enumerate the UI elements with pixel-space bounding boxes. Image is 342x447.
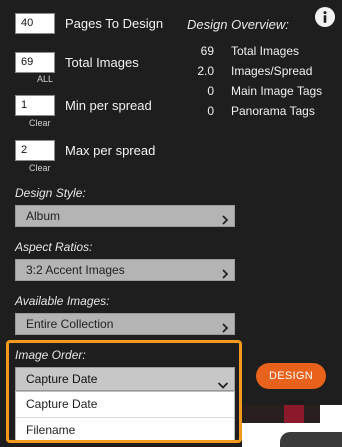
min-per-spread-clear-link[interactable]: Clear — [29, 118, 51, 128]
image-order-value: Capture Date — [26, 372, 98, 386]
design-style-select[interactable]: Album — [15, 205, 235, 227]
info-icon[interactable] — [315, 7, 335, 27]
thumbnail-image — [284, 405, 304, 423]
overview-label: Images/Spread — [231, 64, 313, 78]
total-images-input[interactable]: 69 — [15, 52, 55, 73]
thumbnail-strip — [242, 405, 342, 447]
min-per-spread-input[interactable]: 1 — [15, 95, 55, 116]
total-images-label: Total Images — [65, 55, 139, 70]
overview-label: Total Images — [231, 44, 300, 58]
available-images-select[interactable]: Entire Collection — [15, 313, 235, 335]
available-images-title: Available Images: — [15, 294, 110, 308]
chevron-right-icon — [220, 265, 230, 285]
chevron-right-icon — [220, 319, 230, 339]
design-style-value: Album — [26, 209, 61, 223]
thumbnail-tab — [280, 432, 342, 447]
chevron-right-icon — [220, 211, 230, 231]
overview-label: Panorama Tags — [231, 104, 315, 118]
overview-value: 0 — [207, 104, 214, 118]
available-images-value: Entire Collection — [26, 317, 114, 331]
aspect-ratios-value: 3:2 Accent Images — [26, 263, 125, 277]
design-button[interactable]: DESIGN — [256, 363, 326, 389]
dropdown-option-capture-date[interactable]: Capture Date — [16, 392, 234, 416]
image-order-select[interactable]: Capture Date — [15, 367, 235, 391]
overview-value: 0 — [207, 84, 214, 98]
overview-row: 0 Main Image Tags — [180, 84, 340, 100]
max-per-spread-clear-link[interactable]: Clear — [29, 163, 51, 173]
pages-to-design-label: Pages To Design — [65, 16, 164, 31]
image-order-title: Image Order: — [15, 348, 86, 362]
overview-value: 69 — [200, 44, 214, 58]
overview-row: 2.0 Images/Spread — [180, 64, 340, 80]
max-per-spread-label: Max per spread — [65, 143, 156, 158]
max-per-spread-input[interactable]: 2 — [15, 140, 55, 161]
image-order-dropdown: Capture Date Filename — [15, 391, 235, 441]
overview-row: 0 Panorama Tags — [180, 104, 340, 120]
pages-to-design-input[interactable]: 40 — [15, 13, 55, 34]
overview-label: Main Image Tags — [231, 84, 323, 98]
dropdown-option-filename[interactable]: Filename — [16, 418, 234, 442]
aspect-ratios-select[interactable]: 3:2 Accent Images — [15, 259, 235, 281]
thumbnail-image — [242, 405, 320, 423]
overview-value: 2.0 — [197, 64, 214, 78]
total-images-all-link[interactable]: ALL — [37, 74, 53, 84]
design-overview-title: Design Overview: — [187, 17, 289, 32]
min-per-spread-label: Min per spread — [65, 98, 152, 113]
overview-row: 69 Total Images — [180, 44, 340, 60]
design-style-title: Design Style: — [15, 186, 86, 200]
aspect-ratios-title: Aspect Ratios: — [15, 240, 93, 254]
